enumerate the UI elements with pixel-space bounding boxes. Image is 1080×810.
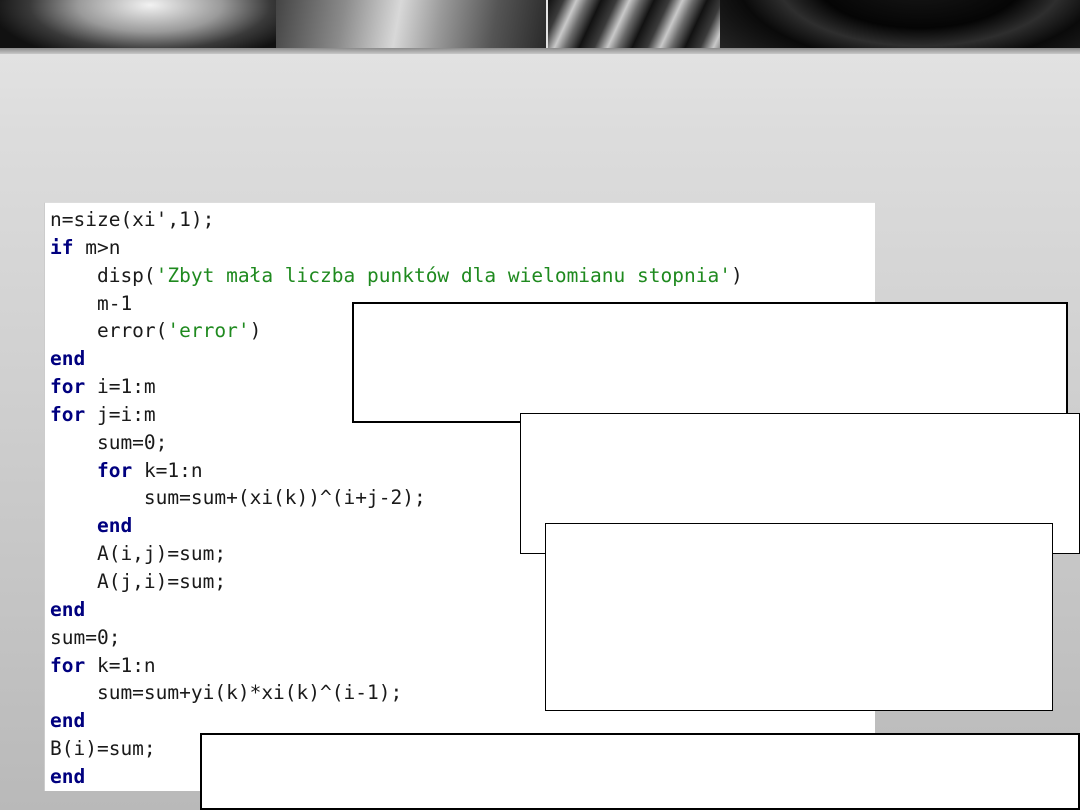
code-token: i=1:m bbox=[85, 375, 156, 399]
code-line: n=size(xi',1); bbox=[50, 206, 743, 234]
overlay-box-1 bbox=[352, 302, 1068, 423]
code-token: m>n bbox=[73, 235, 121, 259]
code-token: ) bbox=[730, 263, 743, 287]
code-keyword: for bbox=[50, 402, 86, 426]
code-line: disp('Zbyt mała liczba punktów dla wielo… bbox=[50, 262, 743, 290]
code-token: n=size(xi bbox=[50, 208, 156, 231]
code-token: sum=0; bbox=[50, 430, 168, 454]
code-keyword: end bbox=[50, 764, 86, 788]
code-line: end bbox=[50, 707, 743, 735]
code-token: A(j,i)=sum; bbox=[50, 569, 227, 593]
code-line: if m>n bbox=[50, 234, 743, 262]
code-token: j=i:m bbox=[85, 402, 156, 426]
code-token: sum=sum+yi(k)*xi(k)^(i-1); bbox=[50, 681, 403, 705]
code-token: sum=sum+(xi(k))^(i+j-2); bbox=[50, 486, 426, 510]
code-token: m-1 bbox=[50, 291, 133, 315]
code-keyword: for bbox=[50, 375, 86, 399]
banner-image-metal bbox=[276, 0, 546, 48]
code-token: B(i)=sum; bbox=[50, 737, 156, 761]
banner-divider bbox=[0, 48, 1080, 54]
code-token: ' bbox=[155, 208, 168, 231]
code-token: k=1:n bbox=[85, 653, 156, 677]
banner-image-tire bbox=[720, 0, 1080, 48]
header-banner bbox=[0, 0, 1080, 48]
code-token: disp( bbox=[50, 263, 156, 287]
banner-image-wheel bbox=[0, 0, 276, 48]
code-string: 'Zbyt mała liczba punktów dla wielomianu… bbox=[155, 263, 731, 287]
overlay-box-4 bbox=[200, 733, 1080, 810]
code-keyword: for bbox=[50, 653, 86, 677]
overlay-box-3 bbox=[545, 523, 1053, 711]
code-string: 'error' bbox=[167, 319, 250, 343]
code-token: ) bbox=[249, 319, 262, 343]
code-keyword: end bbox=[96, 514, 133, 538]
code-token: A(i,j)=sum; bbox=[50, 542, 227, 566]
code-token: sum=0; bbox=[50, 625, 121, 649]
code-token: ,1); bbox=[167, 208, 215, 231]
code-keyword: end bbox=[50, 347, 86, 371]
code-keyword: if bbox=[50, 235, 74, 259]
code-keyword: for bbox=[96, 458, 133, 482]
code-keyword: end bbox=[50, 597, 86, 621]
code-token: error( bbox=[50, 319, 168, 343]
code-keyword: end bbox=[50, 709, 86, 733]
code-token: k=1:n bbox=[132, 458, 203, 482]
